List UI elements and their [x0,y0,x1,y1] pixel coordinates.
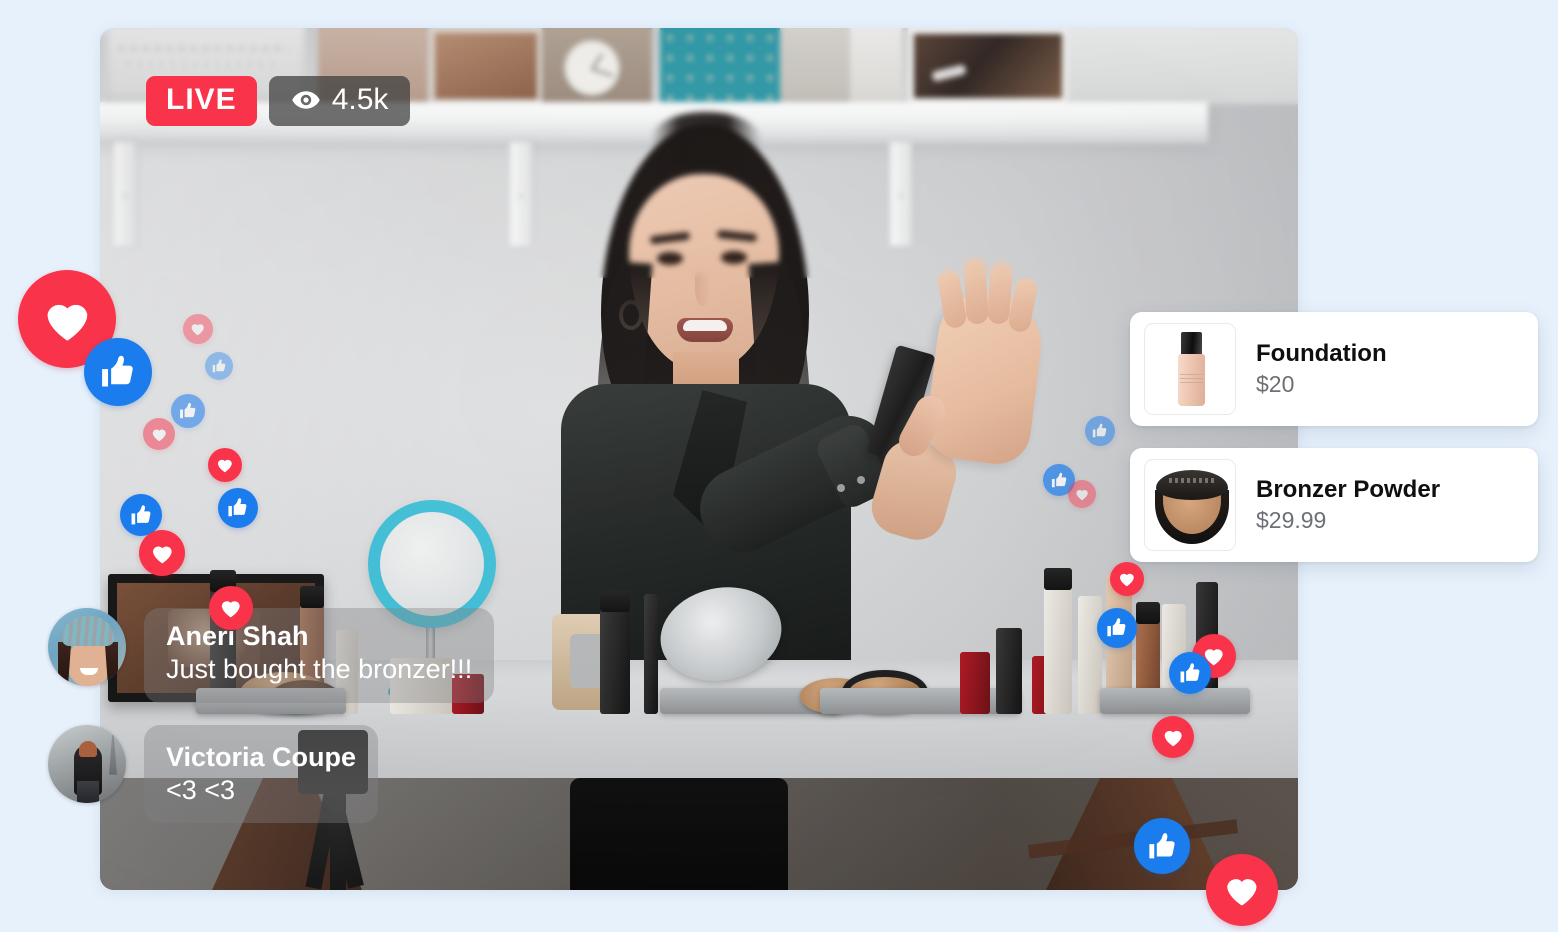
chat-comment-text: Just bought the bronzer!!! [166,653,473,684]
chat-comment-text: <3 <3 [166,774,236,805]
live-chat-overlay: Aneri Shah Just bought the bronzer!!! Vi… [48,608,495,845]
product-card-foundation[interactable]: Foundation $20 [1130,312,1538,426]
product-list: Foundation $20 Bronzer Powder $29.99 [1130,312,1538,562]
reaction-heart-icon [208,448,242,482]
avatar-tree [109,734,117,775]
bottle-label [1180,374,1203,386]
reaction-heart-icon [1206,854,1278,926]
avatar-victoria-coupe[interactable] [48,724,126,803]
bronzer-compact-thumbnail [1144,459,1236,551]
product-info: Bronzer Powder $29.99 [1256,476,1440,534]
reaction-like-icon [1097,608,1137,648]
live-badge: LIVE [146,76,257,126]
reaction-heart-icon [209,586,253,630]
reaction-heart-icon [143,418,175,450]
reaction-like-icon [1134,818,1190,874]
reaction-like-icon [218,488,258,528]
reaction-like-icon [205,352,233,380]
chat-comment-bubble: Aneri Shah Just bought the bronzer!!! [144,608,495,703]
reaction-heart-icon [1068,480,1096,508]
reaction-heart-icon [183,314,213,344]
viewer-count-badge: 4.5k [268,76,411,126]
product-info: Foundation $20 [1256,340,1387,398]
viewer-count-label: 4.5k [331,83,389,116]
compact-lid [1156,470,1228,500]
chat-comment: Victoria Coupe <3 <3 [48,724,494,824]
reaction-heart-icon [1152,716,1194,758]
avatar-aneri-shah[interactable] [48,608,126,686]
reaction-like-icon [84,338,152,406]
eye-icon [291,91,320,109]
stream-status-badges: LIVE 4.5k [146,76,411,126]
reaction-like-icon [1169,652,1211,694]
avatar-hair [58,642,118,686]
product-card-bronzer-powder[interactable]: Bronzer Powder $29.99 [1130,448,1538,562]
avatar-legs [77,780,99,803]
product-name: Foundation [1256,340,1387,367]
reaction-heart-icon [1110,562,1144,596]
reaction-like-icon [171,394,205,428]
chat-comment-author: Victoria Coupe [166,741,357,772]
reaction-heart-icon [139,530,185,576]
product-price: $29.99 [1256,507,1327,533]
chat-comment: Aneri Shah Just bought the bronzer!!! [48,608,495,703]
avatar-smile [80,668,98,675]
product-name: Bronzer Powder [1256,476,1441,503]
chat-comment-bubble: Victoria Coupe <3 <3 [144,724,379,824]
product-price: $20 [1256,371,1295,397]
foundation-bottle-thumbnail [1144,323,1236,415]
reaction-like-icon [1085,416,1115,446]
compact-branding [1169,478,1215,483]
chat-comment-author: Aneri Shah [166,621,309,651]
page-root: LIVE 4.5k Foundation $20 Bronzer Powder … [0,0,1558,932]
